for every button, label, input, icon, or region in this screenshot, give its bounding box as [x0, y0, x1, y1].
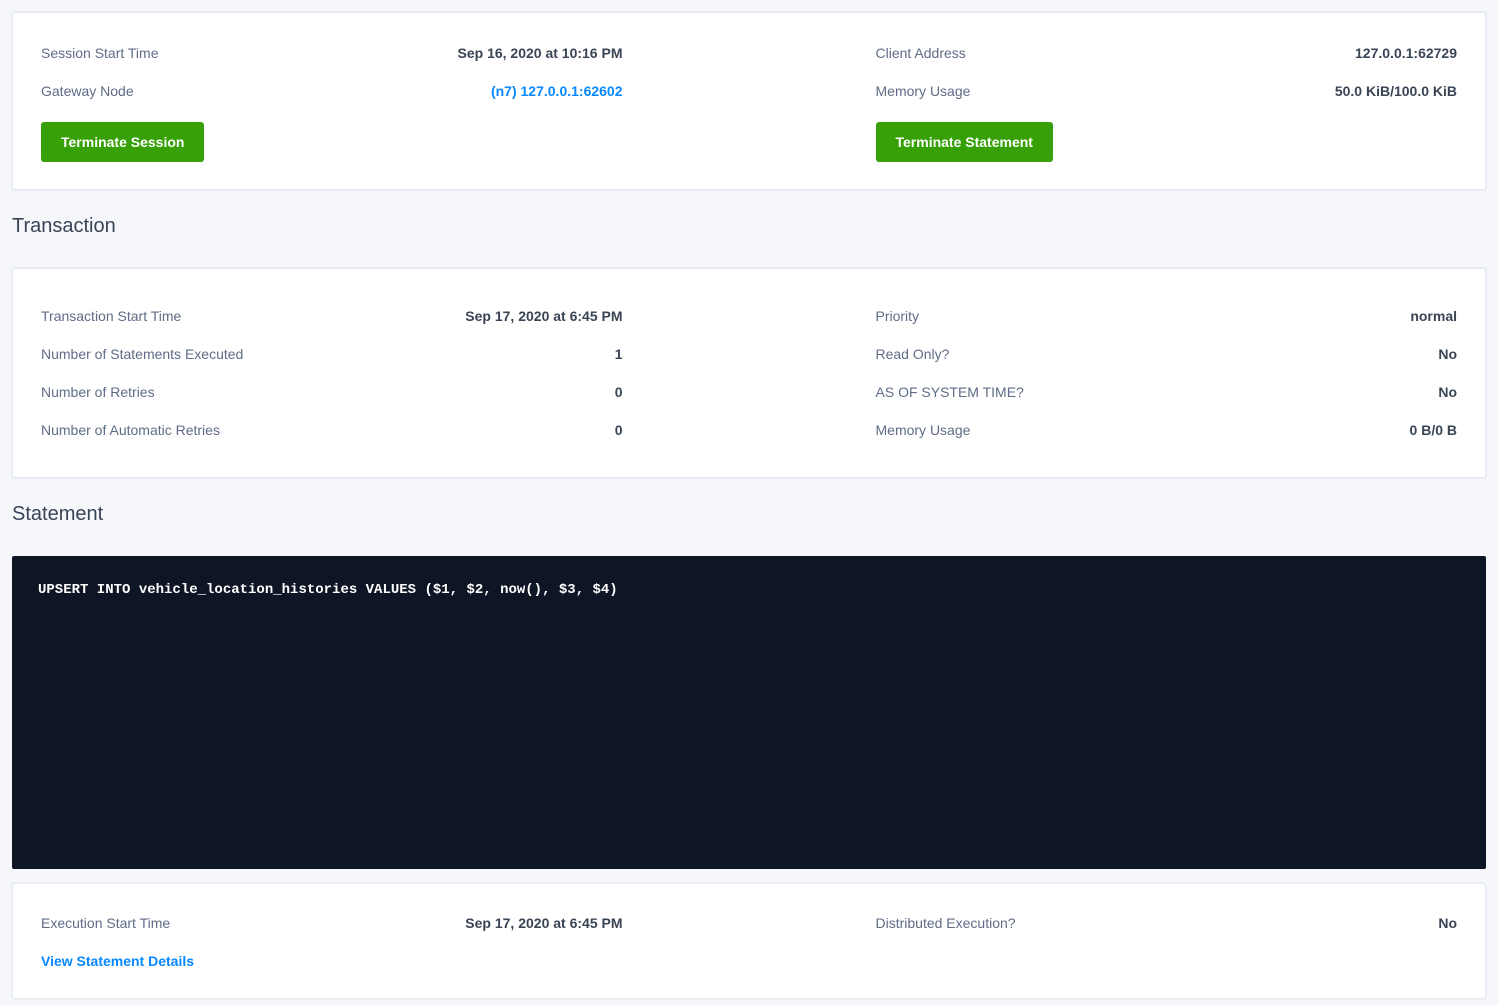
transaction-summary-card: Transaction Start Time Sep 17, 2020 at 6…: [12, 268, 1486, 478]
execution-card-right-column: Distributed Execution? No: [876, 904, 1458, 980]
as-of-system-time-value: No: [1438, 384, 1457, 400]
transaction-memory-usage-row: Memory Usage 0 B/0 B: [876, 411, 1458, 449]
statements-executed-row: Number of Statements Executed 1: [41, 335, 623, 373]
session-card-left-column: Session Start Time Sep 16, 2020 at 10:16…: [41, 34, 623, 162]
retries-row: Number of Retries 0: [41, 373, 623, 411]
priority-row: Priority normal: [876, 297, 1458, 335]
statement-section-heading: Statement: [12, 502, 1486, 526]
terminate-session-button[interactable]: Terminate Session: [41, 122, 204, 162]
sql-statement-text: UPSERT INTO vehicle_location_histories V…: [38, 582, 618, 598]
client-address-row: Client Address 127.0.0.1:62729: [876, 34, 1458, 72]
session-start-time-row: Session Start Time Sep 16, 2020 at 10:16…: [41, 34, 623, 72]
read-only-label: Read Only?: [876, 346, 950, 362]
statements-executed-label: Number of Statements Executed: [41, 346, 243, 362]
session-memory-usage-row: Memory Usage 50.0 KiB/100.0 KiB: [876, 72, 1458, 110]
retries-label: Number of Retries: [41, 384, 155, 400]
client-address-label: Client Address: [876, 45, 966, 61]
priority-label: Priority: [876, 308, 920, 324]
transaction-card-left-column: Transaction Start Time Sep 17, 2020 at 6…: [41, 297, 623, 449]
read-only-row: Read Only? No: [876, 335, 1458, 373]
view-statement-details-link[interactable]: View Statement Details: [41, 953, 194, 969]
gateway-node-link[interactable]: (n7) 127.0.0.1:62602: [491, 83, 623, 99]
as-of-system-time-row: AS OF SYSTEM TIME? No: [876, 373, 1458, 411]
statement-details-link-row: View Statement Details: [41, 942, 623, 980]
session-memory-usage-value: 50.0 KiB/100.0 KiB: [1335, 83, 1457, 99]
distributed-execution-label: Distributed Execution?: [876, 915, 1016, 931]
session-start-time-label: Session Start Time: [41, 45, 159, 61]
session-card-right-column: Client Address 127.0.0.1:62729 Memory Us…: [876, 34, 1458, 162]
session-start-time-value: Sep 16, 2020 at 10:16 PM: [458, 45, 623, 61]
distributed-execution-value: No: [1438, 915, 1457, 931]
automatic-retries-row: Number of Automatic Retries 0: [41, 411, 623, 449]
as-of-system-time-label: AS OF SYSTEM TIME?: [876, 384, 1024, 400]
transaction-section-heading: Transaction: [12, 214, 1486, 238]
retries-value: 0: [615, 384, 623, 400]
execution-start-time-value: Sep 17, 2020 at 6:45 PM: [465, 915, 622, 931]
client-address-value: 127.0.0.1:62729: [1355, 45, 1457, 61]
read-only-value: No: [1438, 346, 1457, 362]
gateway-node-label: Gateway Node: [41, 83, 134, 99]
session-details-page: Session Start Time Sep 16, 2020 at 10:16…: [0, 0, 1498, 1005]
transaction-start-time-value: Sep 17, 2020 at 6:45 PM: [465, 308, 622, 324]
statement-execution-card: Execution Start Time Sep 17, 2020 at 6:4…: [12, 883, 1486, 999]
transaction-start-time-row: Transaction Start Time Sep 17, 2020 at 6…: [41, 297, 623, 335]
sql-statement-box: UPSERT INTO vehicle_location_histories V…: [12, 556, 1486, 869]
automatic-retries-label: Number of Automatic Retries: [41, 422, 220, 438]
automatic-retries-value: 0: [615, 422, 623, 438]
transaction-start-time-label: Transaction Start Time: [41, 308, 181, 324]
gateway-node-row: Gateway Node (n7) 127.0.0.1:62602: [41, 72, 623, 110]
execution-card-left-column: Execution Start Time Sep 17, 2020 at 6:4…: [41, 904, 623, 980]
execution-start-time-label: Execution Start Time: [41, 915, 170, 931]
distributed-execution-row: Distributed Execution? No: [876, 904, 1458, 942]
priority-value: normal: [1410, 308, 1457, 324]
terminate-statement-button[interactable]: Terminate Statement: [876, 122, 1053, 162]
transaction-memory-usage-value: 0 B/0 B: [1410, 422, 1457, 438]
execution-start-time-row: Execution Start Time Sep 17, 2020 at 6:4…: [41, 904, 623, 942]
statements-executed-value: 1: [615, 346, 623, 362]
session-summary-card: Session Start Time Sep 16, 2020 at 10:16…: [12, 12, 1486, 190]
transaction-memory-usage-label: Memory Usage: [876, 422, 971, 438]
transaction-card-right-column: Priority normal Read Only? No AS OF SYST…: [876, 297, 1458, 449]
session-memory-usage-label: Memory Usage: [876, 83, 971, 99]
